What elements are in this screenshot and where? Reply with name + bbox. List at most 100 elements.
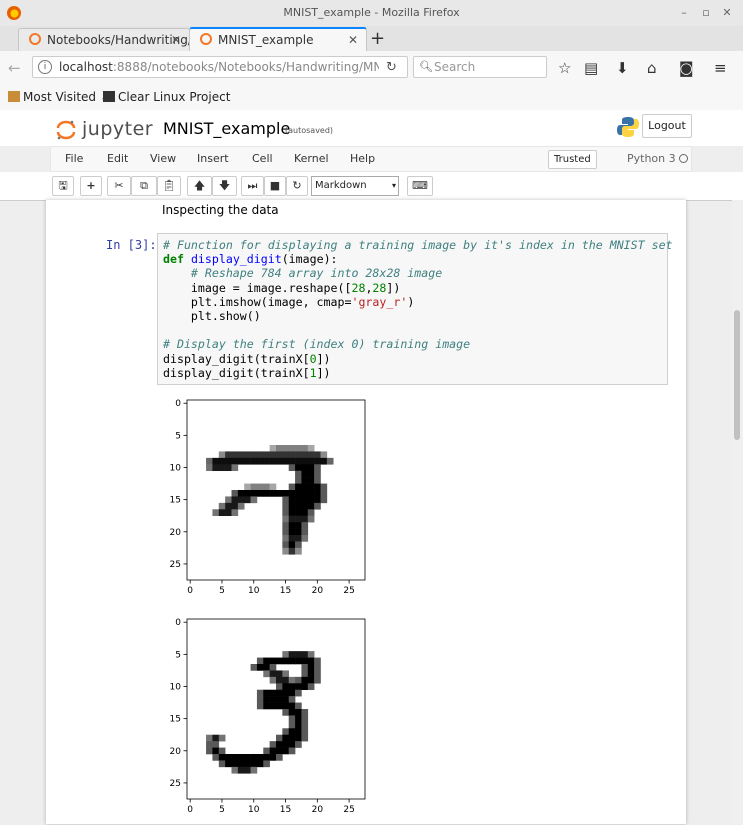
pixel-cell [301,464,309,472]
code-line: plt.imshow(image, cmap='gray_r') [163,294,415,309]
close-tab-icon[interactable]: ✕ [348,29,358,51]
pixel-cell [295,515,302,523]
move-down-icon[interactable]: 🡇 [212,176,237,196]
pixel-cell [314,496,321,504]
menu-view[interactable]: View [150,152,176,165]
notebook-title[interactable]: MNIST_example [163,119,290,138]
pixel-cell [282,676,290,684]
code-editor[interactable]: # Function for displaying a training ima… [163,238,673,380]
pixel-cell [301,457,309,465]
scrollbar-thumb[interactable] [734,310,740,440]
pixel-cell [288,528,296,536]
y-tick-label: 5 [175,431,181,441]
python-logo-icon [617,117,639,137]
pixel-cell [295,522,302,529]
code-line: # Reshape 784 array into 28x28 image [190,266,443,281]
bookmark-star-icon[interactable]: ☆ [558,59,571,77]
tab-mnist-example[interactable]: MNIST_example ✕ [189,27,367,51]
pixel-cell [288,715,296,723]
scrollbar-track[interactable] [732,200,743,824]
pixel-cell [282,702,290,710]
paste-icon[interactable]: 📋︎ [157,176,181,196]
pixel-cell [244,483,251,491]
pixel-cell [295,715,302,723]
x-tick-label: 20 [312,805,324,815]
logout-button[interactable]: Logout [642,114,692,138]
pixel-cell [282,741,290,748]
back-arrow-icon[interactable]: ← [8,59,21,77]
pixel-cell [276,696,283,703]
pixel-cell [237,451,245,459]
pixel-cell [269,741,277,748]
navigation-bar: ← i localhost:8888/notebooks/Notebooks/H… [0,51,743,85]
close-tab-icon[interactable]: ✕ [171,29,181,51]
menu-help[interactable]: Help [350,152,375,165]
new-tab-button[interactable]: + [370,28,385,49]
bookmark-clear-linux[interactable]: Clear Linux Project [103,90,230,104]
pixel-cell [307,490,315,497]
cut-icon[interactable]: ✂ [107,176,131,196]
search-input[interactable]: 🔍︎ Search [413,56,547,78]
pixel-cell [288,496,296,504]
pixel-cell [307,477,315,484]
menu-insert[interactable]: Insert [197,152,229,165]
insert-cell-icon[interactable]: + [80,176,102,196]
copy-icon[interactable]: ⧉ [131,176,157,196]
close-window-icon[interactable]: ✕ [720,6,734,20]
kernel-name: Python 3 [627,152,676,165]
pixel-cell [282,509,290,517]
code-line: plt.show() [163,309,261,324]
pixel-cell [231,502,239,510]
jupyter-wordmark: jupyter [82,118,154,140]
pixel-cell [231,451,239,459]
menu-cell[interactable]: Cell [252,152,273,165]
pixel-cell [288,676,296,684]
menu-edit[interactable]: Edit [107,152,128,165]
pixel-cell [288,702,296,710]
pixel-cell [256,451,264,459]
run-cell-icon[interactable]: ⏭ [241,176,264,196]
pixel-cell [301,509,309,517]
markdown-cell-text[interactable]: Inspecting the data [162,203,279,217]
keyboard-icon[interactable]: ⌨ [407,176,433,196]
maximize-icon[interactable]: ▫ [699,6,713,20]
reload-icon[interactable]: ↻ [386,60,397,75]
pixel-cell [263,670,270,678]
pocket-icon[interactable]: ◙ [679,59,694,77]
pixel-cell [307,445,315,452]
pixel-cell [301,470,309,478]
pixel-cell [263,760,270,768]
menu-file[interactable]: File [65,152,83,165]
bookmark-most-visited[interactable]: Most Visited ⌄ [8,90,110,104]
reading-list-icon[interactable]: ▤ [584,59,598,77]
hamburger-menu-icon[interactable]: ≡ [714,59,727,77]
download-icon[interactable]: ⬇ [616,59,629,77]
window-title: MNIST_example - Mozilla Firefox [283,6,460,19]
pixel-cell [256,457,264,465]
cell-type-select[interactable]: Markdown ▾ [311,176,399,196]
pixel-cell [231,464,239,472]
stop-icon[interactable]: ■ [264,176,286,196]
home-icon[interactable]: ⌂ [647,59,657,77]
pixel-cell [301,657,309,665]
minimize-icon[interactable]: – [677,6,691,20]
url-bar[interactable]: i localhost:8888/notebooks/Notebooks/Han… [32,56,408,78]
save-icon[interactable]: 🖫︎ [52,176,74,196]
pixel-cell [295,541,302,549]
pixel-cell [282,490,290,497]
tab-notebooks[interactable]: Notebooks/Handwriting/ ✕ [18,28,192,51]
x-tick-label: 25 [343,805,354,815]
x-tick-label: 10 [248,805,260,815]
pixel-cell [218,457,226,465]
pixel-cell [295,457,302,465]
info-icon[interactable]: i [38,60,52,74]
menu-kernel[interactable]: Kernel [294,152,329,165]
move-up-icon[interactable]: 🡅 [187,176,212,196]
pixel-cell [250,766,258,774]
restart-icon[interactable]: ↻ [286,176,308,196]
pixel-cell [256,754,264,761]
pixel-cell [276,689,283,697]
pixel-cell [282,689,290,697]
code-cell[interactable]: # Function for displaying a training ima… [157,233,673,385]
trusted-badge[interactable]: Trusted [548,150,597,169]
